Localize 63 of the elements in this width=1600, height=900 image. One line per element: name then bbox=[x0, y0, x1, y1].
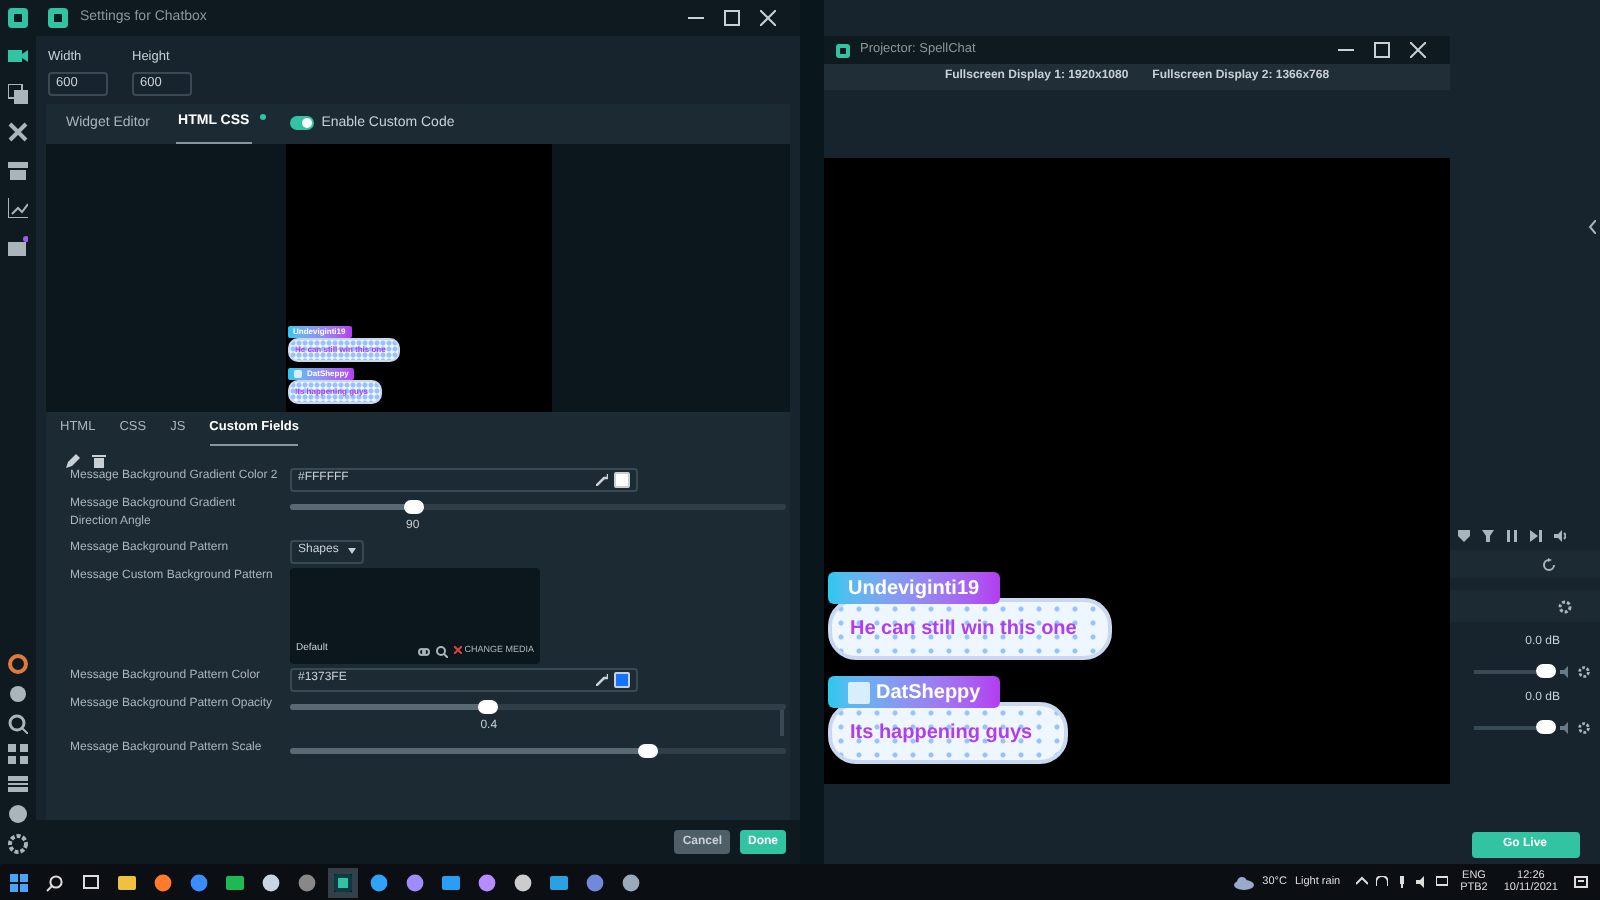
settings-icon[interactable] bbox=[1558, 599, 1572, 613]
volume-slider-thumb[interactable] bbox=[1536, 720, 1556, 734]
pause-icon[interactable] bbox=[1506, 530, 1518, 542]
close-icon[interactable] bbox=[760, 10, 776, 26]
maximize-icon[interactable] bbox=[724, 10, 740, 26]
toggle-switch[interactable] bbox=[289, 116, 314, 131]
speaker-icon[interactable] bbox=[1554, 530, 1566, 542]
speaker-icon[interactable] bbox=[1416, 876, 1429, 888]
app-icon[interactable] bbox=[298, 873, 316, 891]
task-view-icon[interactable] bbox=[82, 873, 100, 891]
settings-icon[interactable] bbox=[1578, 721, 1590, 733]
color-swatch[interactable] bbox=[614, 471, 630, 488]
chart-icon[interactable] bbox=[8, 198, 28, 218]
eyedropper-icon[interactable] bbox=[596, 473, 608, 486]
zoom-icon[interactable] bbox=[436, 645, 449, 658]
status-dot-icon bbox=[259, 114, 266, 121]
windows-icon[interactable] bbox=[10, 873, 28, 891]
folder-icon[interactable] bbox=[118, 873, 136, 891]
list-icon[interactable] bbox=[8, 774, 28, 794]
settings-icon[interactable] bbox=[8, 834, 28, 854]
settings-icon[interactable] bbox=[1578, 665, 1590, 677]
monitor-icon[interactable] bbox=[1436, 876, 1449, 888]
caret-icon bbox=[348, 548, 357, 555]
filter-icon[interactable] bbox=[1482, 530, 1494, 542]
notification-icon[interactable] bbox=[1574, 875, 1588, 889]
username: Undeviginti19 bbox=[848, 575, 980, 603]
slider-thumb[interactable] bbox=[637, 743, 658, 758]
store-icon[interactable] bbox=[8, 160, 28, 180]
caret-icon[interactable] bbox=[1356, 876, 1369, 888]
slider-track[interactable] bbox=[290, 503, 786, 510]
skip-icon[interactable] bbox=[1530, 530, 1542, 542]
link-icon[interactable] bbox=[418, 645, 431, 658]
chat-message: He can still win this one bbox=[828, 598, 1113, 660]
refresh-icon[interactable] bbox=[1542, 557, 1556, 571]
color-swatch[interactable] bbox=[614, 671, 630, 688]
badge-icon bbox=[293, 369, 301, 378]
close-icon bbox=[454, 646, 463, 655]
cloud-icon bbox=[1234, 875, 1255, 889]
layers-icon[interactable] bbox=[8, 84, 28, 104]
slider-thumb[interactable] bbox=[478, 699, 499, 714]
grid-icon[interactable] bbox=[8, 744, 28, 764]
search-icon[interactable] bbox=[8, 714, 28, 734]
slider-track[interactable] bbox=[290, 703, 786, 710]
headset-icon[interactable] bbox=[1376, 876, 1389, 888]
shield-icon[interactable] bbox=[1458, 530, 1470, 542]
chat-message: Its happening guys bbox=[828, 702, 1069, 764]
badge-icon bbox=[848, 681, 870, 703]
maximize-icon[interactable] bbox=[1374, 42, 1390, 58]
app-icon[interactable] bbox=[478, 873, 496, 891]
slider-thumb[interactable] bbox=[404, 499, 424, 514]
record-icon[interactable] bbox=[8, 684, 28, 704]
app-logo-icon bbox=[836, 43, 850, 57]
pencil-icon[interactable] bbox=[66, 453, 80, 468]
eyedropper-icon[interactable] bbox=[596, 673, 608, 686]
close-icon[interactable] bbox=[1410, 42, 1426, 58]
trash-icon[interactable] bbox=[92, 453, 106, 468]
camera-icon[interactable] bbox=[8, 46, 28, 66]
username: DatSheppy bbox=[876, 679, 981, 707]
search-icon[interactable] bbox=[46, 873, 64, 891]
slider-track[interactable] bbox=[290, 747, 786, 754]
volume-slider-thumb[interactable] bbox=[1536, 664, 1556, 678]
circle-icon[interactable] bbox=[8, 654, 28, 674]
chevron-icon[interactable] bbox=[1588, 219, 1596, 233]
